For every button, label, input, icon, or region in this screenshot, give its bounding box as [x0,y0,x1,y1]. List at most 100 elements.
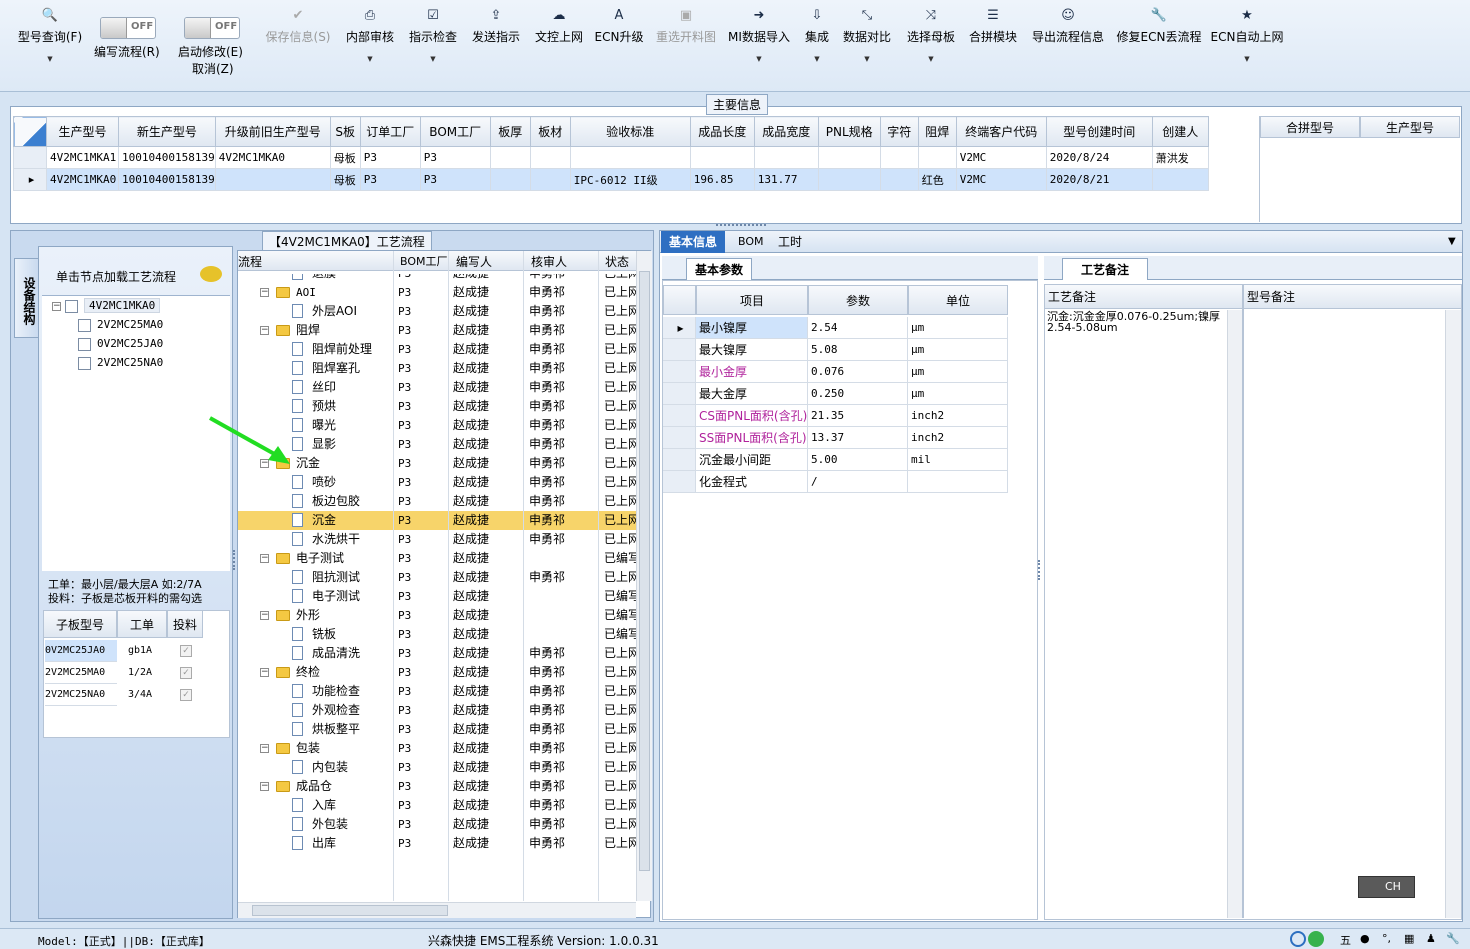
collapse-icon[interactable]: − [260,611,269,620]
table-cell[interactable]: 4V2MC1MKA0 [46,168,119,191]
table-cell[interactable]: 红色 [917,168,957,191]
row-indicator[interactable] [663,339,696,361]
column-header[interactable]: 成品宽度 [753,116,819,147]
col-header-value[interactable]: 参数 [808,285,908,315]
table-cell[interactable]: P3 [359,168,421,191]
toolbar-button[interactable]: 🔧 修复ECN丢流程 [1117,8,1202,44]
process-row[interactable]: − 电子测试 P3 赵成捷 已编写 [238,549,636,568]
tree-node[interactable]: − 4V2MC1MKA0 [52,297,161,315]
toolbar-button[interactable]: ⇪ 发送指示 [472,8,520,44]
sub-board-model[interactable]: 2V2MC25NA0 [45,684,117,706]
table-cell[interactable]: V2MC [955,146,1047,169]
column-header[interactable]: 字符 [879,116,919,147]
model-notes-scrollbar[interactable] [1445,310,1461,918]
process-notes-scrollbar[interactable] [1227,310,1243,918]
column-header[interactable]: 成品长度 [689,116,755,147]
param-value[interactable]: 13.37 [808,427,908,449]
splitter-handle[interactable] [716,224,766,229]
column-header[interactable]: 新生产型号 [118,116,216,147]
dropdown-arrow-icon[interactable]: ▼ [907,52,955,66]
column-header[interactable]: 验收标准 [569,116,691,147]
toolbar-button[interactable]: ⎙ 内部审核 ▼ [346,8,394,66]
table-cell[interactable] [214,168,331,191]
process-row[interactable]: 沉金 P3 赵成捷 申勇祁 已上网 [238,511,636,530]
table-cell[interactable]: 10010400158139 [118,168,216,191]
dropdown-arrow-icon[interactable]: ▼ [843,52,891,66]
table-cell[interactable]: 4V2MC1MKA0 [214,146,331,169]
table-cell[interactable]: 10010400158139 [118,146,216,169]
toolbar-button[interactable]: ☰ 合拼模块 [969,8,1017,44]
process-row[interactable]: 水洗烘干 P3 赵成捷 申勇祁 已上网 [238,530,636,549]
param-row[interactable]: 化金程式 / [663,471,1038,493]
user-icon[interactable]: ♟ [1426,932,1436,945]
param-row[interactable]: 最大镍厚 5.08 μm [663,339,1038,361]
tree-node[interactable]: 2V2MC25MA0 [78,316,163,334]
toolbar-button[interactable]: A ECN升级 [595,8,644,44]
row-indicator[interactable] [663,383,696,405]
col-header-flow[interactable]: 流程 [238,253,262,270]
process-row[interactable]: 丝印 P3 赵成捷 申勇祁 已上网 [238,378,636,397]
col-header-unit[interactable]: 单位 [908,285,1008,315]
dropdown-arrow-icon[interactable]: ▼ [805,52,829,66]
column-header[interactable]: 型号创建时间 [1045,116,1153,147]
sub-board-model[interactable]: 2V2MC25MA0 [45,662,117,684]
row-indicator[interactable] [663,449,696,471]
toolbar-button[interactable]: ➜ MI数据导入 ▼ [728,8,790,66]
column-header[interactable]: BOM工厂 [419,116,491,147]
column-header[interactable]: PNL规格 [817,116,881,147]
param-value[interactable]: 0.250 [808,383,908,405]
table-row[interactable]: 4V2MC1MKA1 10010400158139 4V2MC1MKA0 母板 P3 P3… [13,146,1209,169]
sub-col-header[interactable]: 投料 [167,610,203,638]
param-row[interactable]: 最小金厚 0.076 μm [663,361,1038,383]
feed-checkbox[interactable]: ✓ [180,689,192,701]
toolbar-button[interactable]: ☑ 指示检查 ▼ [409,8,457,66]
table-row[interactable]: ▸ 4V2MC1MKA0 10010400158139 母板 P3 P3 IPC-6012 … [13,168,1209,191]
toolbar-button[interactable]: ★ ECN自动上网 ▼ [1211,8,1284,66]
clock-icon[interactable] [1290,931,1306,947]
col-header-reviewer[interactable]: 核审人 [531,253,567,270]
row-indicator[interactable]: ▸ [13,168,47,191]
row-indicator[interactable] [663,405,696,427]
dropdown-arrow-icon[interactable]: ▼ [18,52,82,66]
process-row[interactable]: 功能检查 P3 赵成捷 申勇祁 已上网 [238,682,636,701]
sub-board-model[interactable]: 0V2MC25JA0 [45,640,117,662]
column-header[interactable]: 阻焊 [917,116,957,147]
process-row[interactable]: − 包装 P3 赵成捷 申勇祁 已上网 [238,739,636,758]
table-cell[interactable]: 萧洪发 [1151,146,1209,169]
collapse-icon[interactable]: − [52,301,61,311]
sub-board-order[interactable]: 3/4A [128,684,152,706]
process-row[interactable]: 电子测试 P3 赵成捷 已编写 [238,587,636,606]
param-value[interactable]: 21.35 [808,405,908,427]
dropdown-arrow-icon[interactable]: ▼ [346,52,394,66]
process-row[interactable]: 阻抗测试 P3 赵成捷 申勇祁 已上网 [238,568,636,587]
process-row[interactable]: 烘板整平 P3 赵成捷 申勇祁 已上网 [238,720,636,739]
process-row[interactable]: − AOI P3 赵成捷 申勇祁 已上网 [238,283,636,302]
toggle-switch[interactable]: OFF [184,17,240,39]
dropdown-arrow-icon[interactable]: ▼ [1211,52,1284,66]
param-value[interactable]: 5.00 [808,449,908,471]
tab-process-notes[interactable]: 工艺备注 [1062,258,1149,280]
table-cell[interactable] [917,146,957,169]
feed-checkbox[interactable]: ✓ [180,667,192,679]
table-cell[interactable]: 2020/8/21 [1045,168,1153,191]
process-hscrollbar[interactable] [238,902,636,918]
param-value[interactable]: 2.54 [808,317,908,339]
param-value[interactable]: / [808,471,908,493]
table-cell[interactable]: 母板 [329,168,361,191]
tab-basic-params[interactable]: 基本参数 [686,258,753,280]
process-row[interactable]: 阻焊前处理 P3 赵成捷 申勇祁 已上网 [238,340,636,359]
wrench-icon[interactable]: 🔧 [1446,932,1460,945]
column-header[interactable]: 板材 [529,116,571,147]
process-row[interactable]: 阻焊塞孔 P3 赵成捷 申勇祁 已上网 [238,359,636,378]
collapse-icon[interactable]: − [260,288,269,297]
column-header[interactable]: 终端客户代码 [955,116,1047,147]
tree-node[interactable]: 0V2MC25JA0 [78,335,163,353]
moon-icon[interactable]: ● [1360,932,1370,945]
table-cell[interactable] [753,146,819,169]
sub-board-order[interactable]: gb1A [128,640,152,662]
process-row[interactable]: 内包装 P3 赵成捷 申勇祁 已上网 [238,758,636,777]
tab-menu-chevron-icon[interactable]: ▼ [1448,236,1456,247]
column-header[interactable]: 生产型号 [46,116,119,147]
process-row[interactable]: 铣板 P3 赵成捷 已编写 [238,625,636,644]
tab-bom[interactable]: BOM [730,231,772,253]
